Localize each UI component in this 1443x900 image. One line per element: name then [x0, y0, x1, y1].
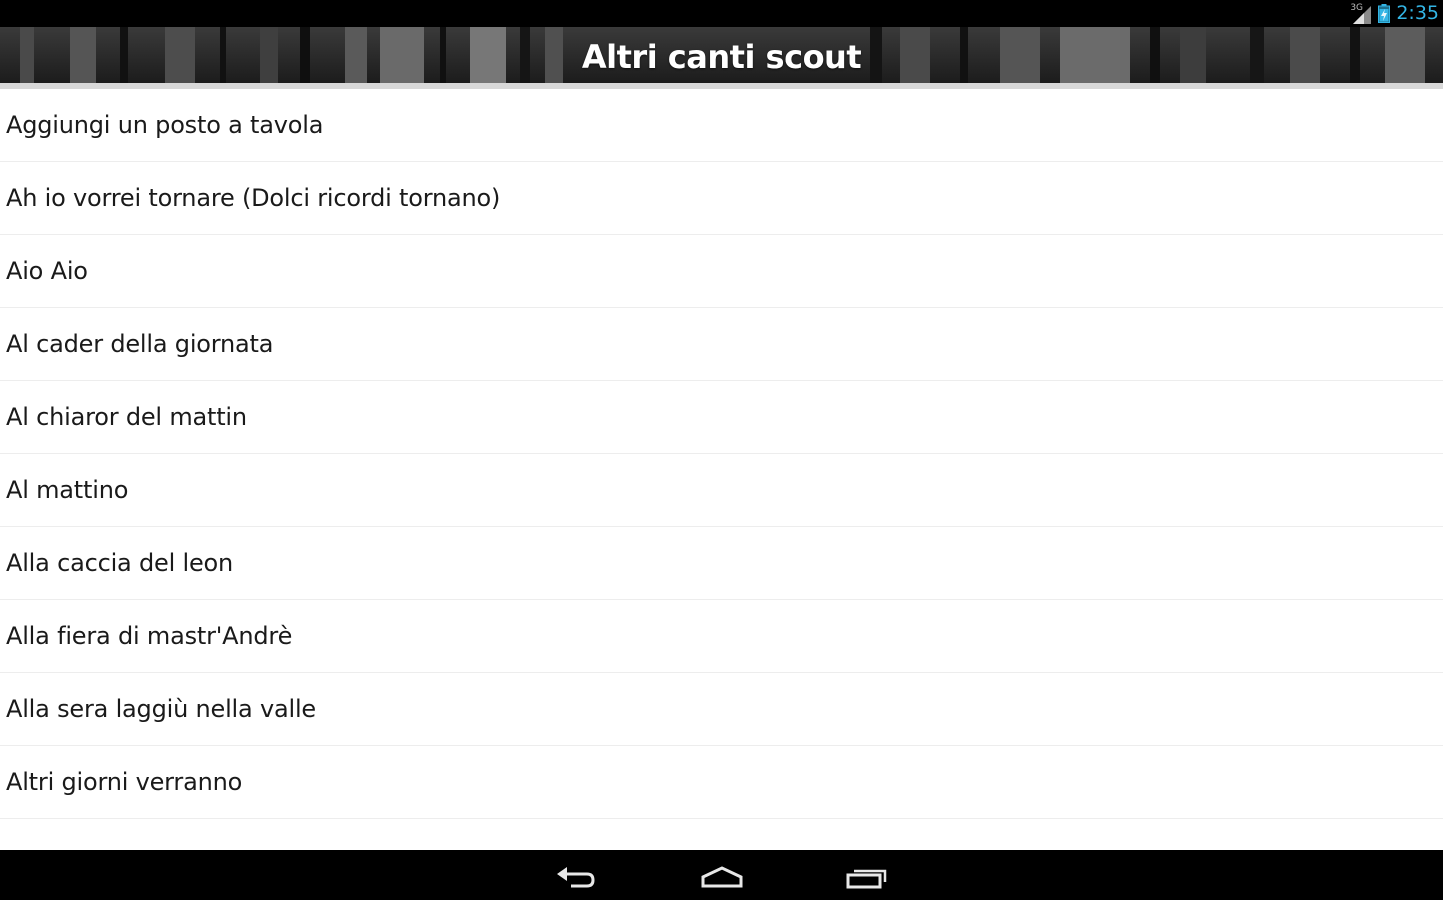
page-title: Altri canti scout: [581, 38, 862, 76]
recent-apps-icon: [846, 869, 887, 889]
list-item[interactable]: Al cader della giornata: [0, 308, 1443, 381]
list-item[interactable]: Alla caccia del leon: [0, 527, 1443, 600]
list-item[interactable]: Alla fiera di mastr'Andrè: [0, 600, 1443, 673]
signal-indicator: 3G: [1350, 3, 1372, 24]
list-item[interactable]: Altri giorni verranno: [0, 746, 1443, 819]
list-item[interactable]: Aio Aio: [0, 235, 1443, 308]
status-icons: 3G 2:35: [1350, 0, 1439, 27]
song-list[interactable]: Aggiungi un posto a tavola Ah io vorrei …: [0, 89, 1443, 850]
list-item[interactable]: Aggiungi un posto a tavola: [0, 89, 1443, 162]
navigation-bar: [0, 850, 1443, 900]
back-icon: [557, 867, 595, 888]
list-item[interactable]: Alla sera laggiù nella valle: [0, 673, 1443, 746]
recent-apps-button[interactable]: [837, 860, 897, 894]
list-item[interactable]: Al mattino: [0, 454, 1443, 527]
status-bar: 3G 2:35: [0, 0, 1443, 27]
action-bar: Altri canti scout: [0, 27, 1443, 83]
home-icon: [701, 866, 743, 888]
battery-icon: [1378, 4, 1391, 23]
list-item[interactable]: Ah io vorrei tornare (Dolci ricordi torn…: [0, 162, 1443, 235]
list-item[interactable]: [0, 819, 1443, 850]
status-clock: 2:35: [1396, 2, 1439, 24]
back-button[interactable]: [547, 860, 607, 894]
home-button[interactable]: [692, 860, 752, 894]
list-item[interactable]: Al chiaror del mattin: [0, 381, 1443, 454]
signal-icon: [1353, 5, 1372, 24]
